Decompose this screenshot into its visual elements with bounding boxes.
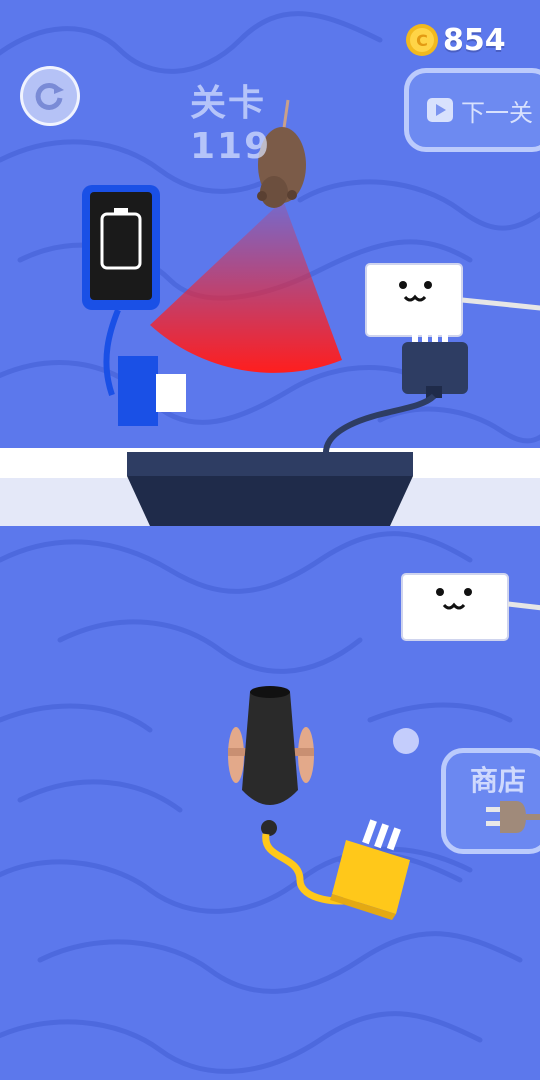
restart-button[interactable] <box>20 66 80 126</box>
coin-counter: C 854 <box>405 20 506 60</box>
wall-socket-bottom[interactable] <box>401 573 509 641</box>
svg-text:C: C <box>416 31 428 50</box>
coin-count: 854 <box>443 22 506 58</box>
next-level-label: 下一关 <box>461 98 533 127</box>
plug-icon <box>486 801 540 833</box>
bubble <box>393 728 419 754</box>
phone[interactable] <box>82 185 160 310</box>
coin-icon: C <box>406 24 438 56</box>
shop-label: 商店 <box>470 764 527 797</box>
kitchen-counter <box>0 448 540 526</box>
next-level-button[interactable]: 下一关 <box>404 68 540 152</box>
shop-button[interactable]: 商店 <box>441 748 540 854</box>
restart-icon <box>35 82 64 110</box>
level-label: 关卡 119 <box>190 83 272 167</box>
play-icon <box>427 98 453 122</box>
